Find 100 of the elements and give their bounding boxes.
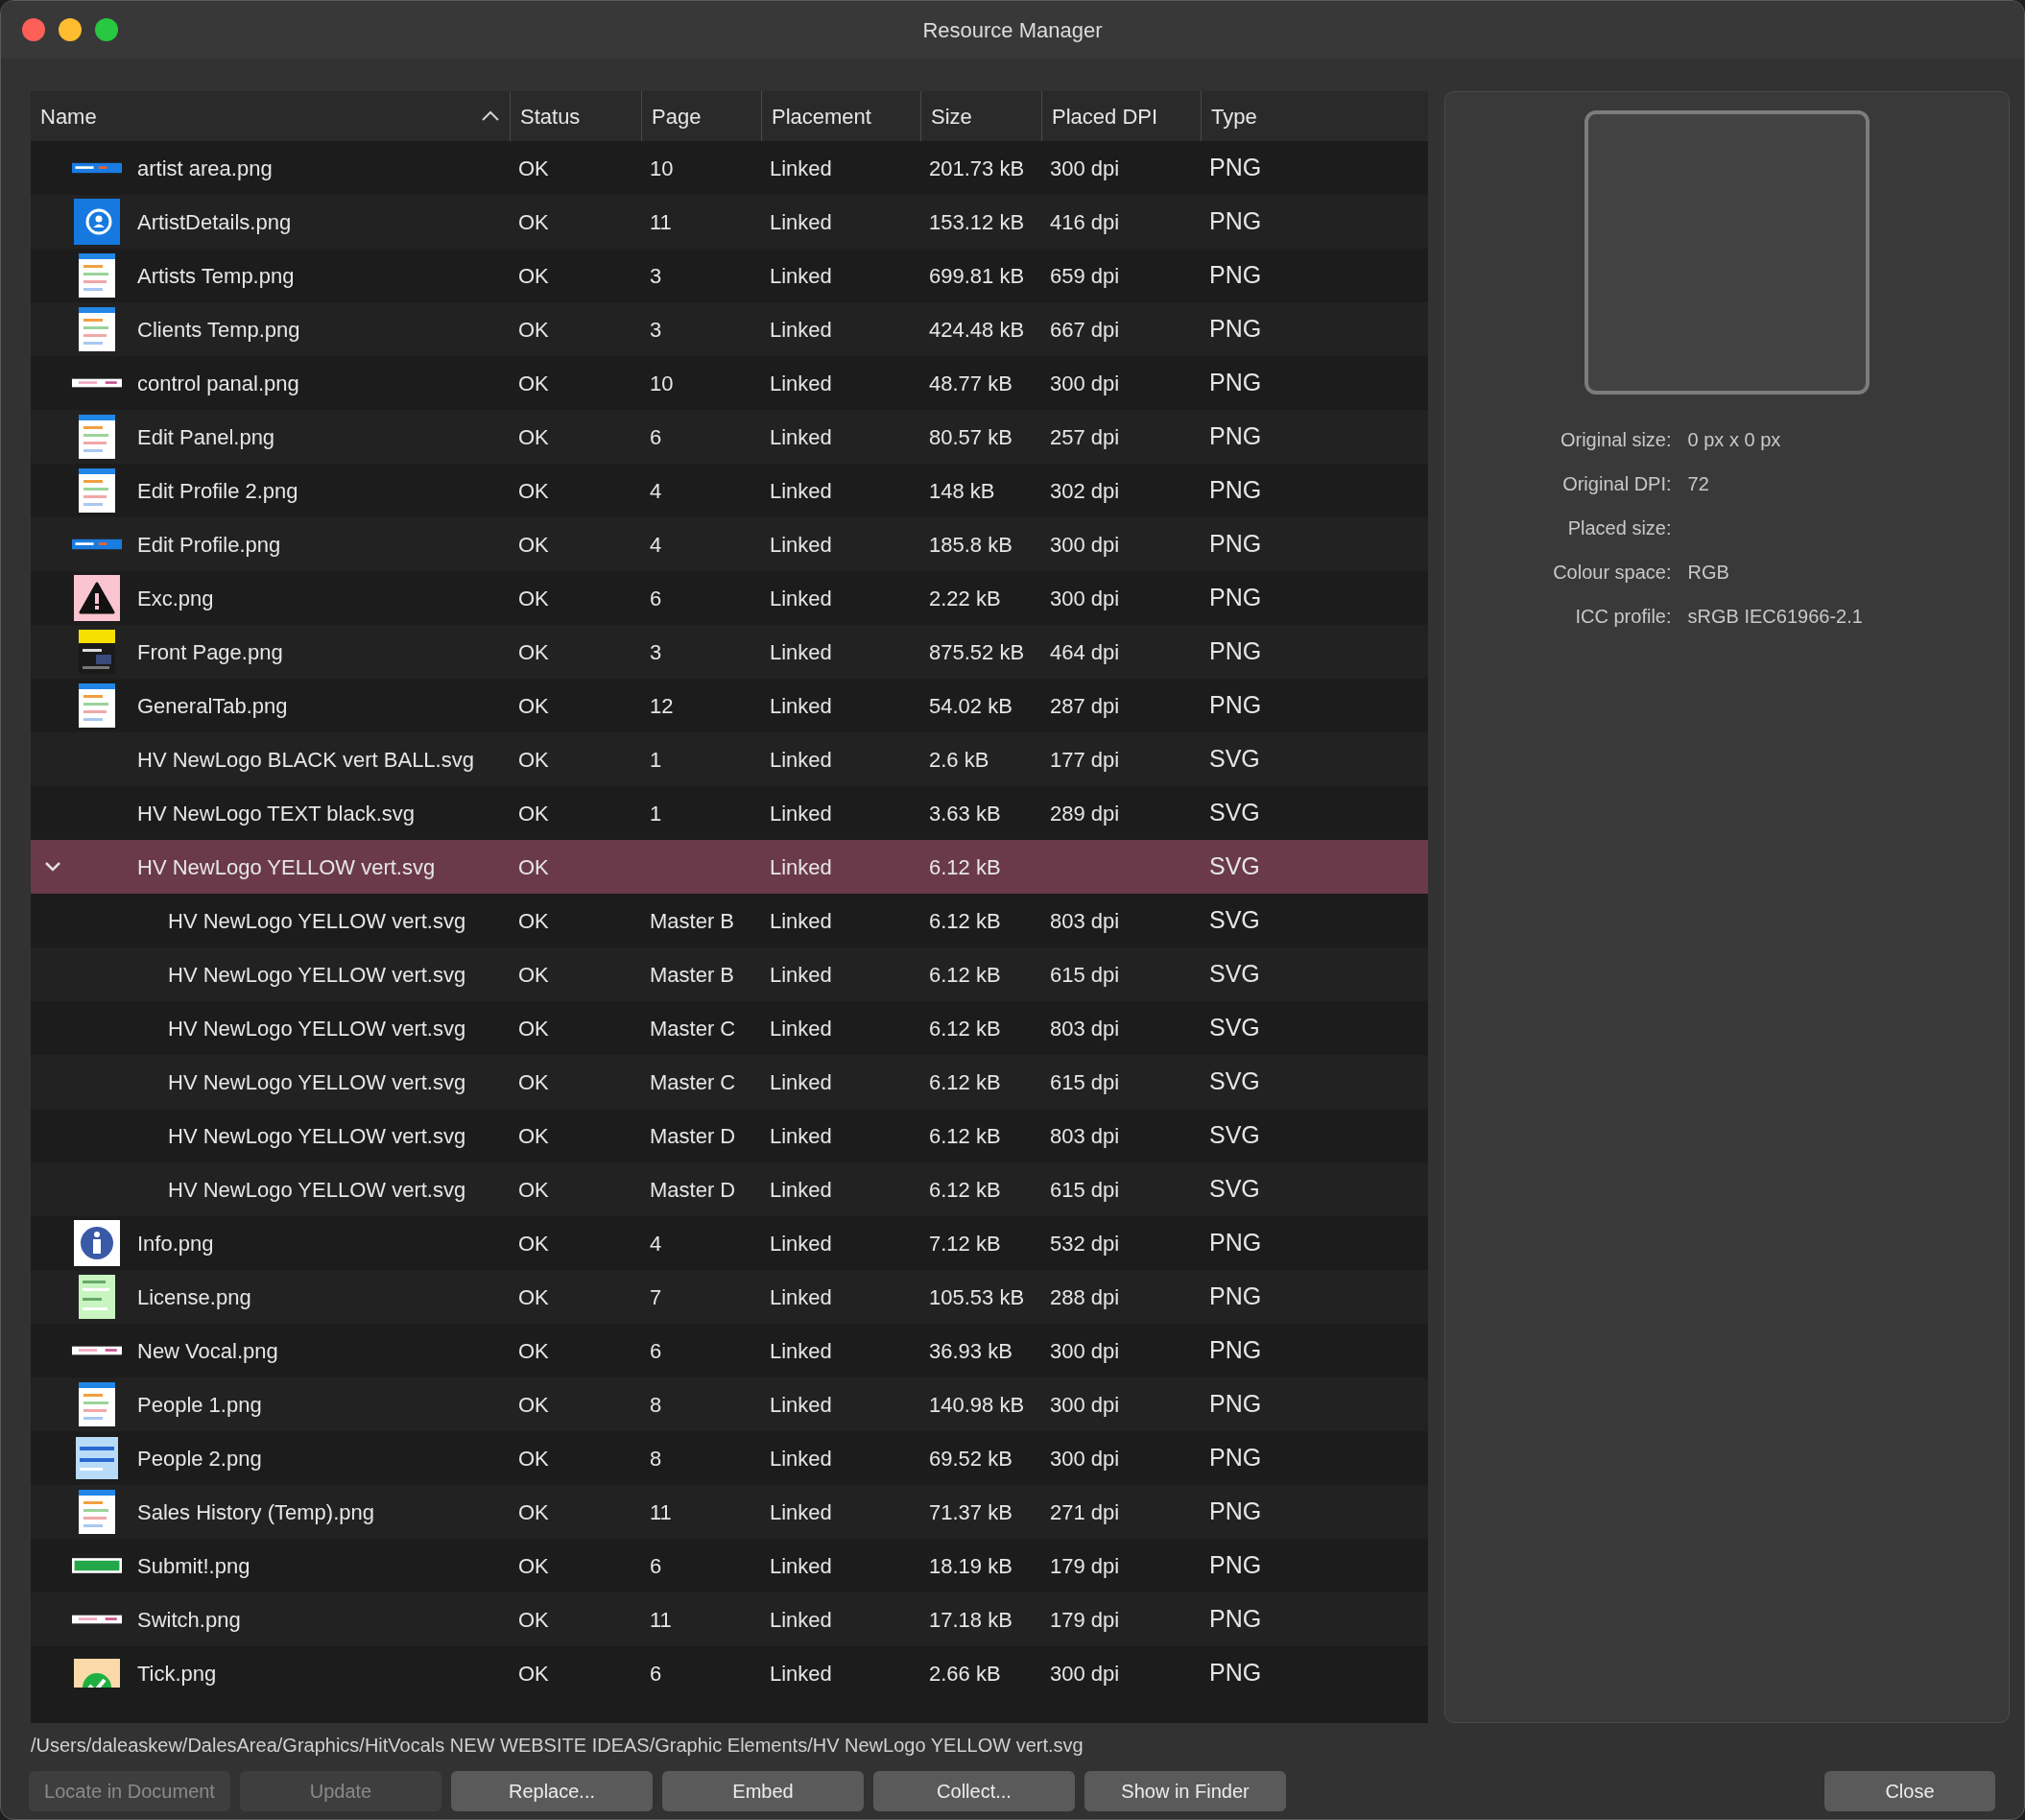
table-row[interactable]: HV NewLogo YELLOW vert.svg OK Master D Linked 6.12 kB 615 dpi SVG <box>31 1162 1428 1216</box>
table-row[interactable]: HV NewLogo YELLOW vert.svg OK Master B Linked 6.12 kB 615 dpi SVG <box>31 947 1428 1001</box>
size-text: 6.12 kB <box>929 1123 1001 1148</box>
table-row[interactable]: License.png OK 7 Linked 105.53 kB 288 dpi PNG <box>31 1270 1428 1324</box>
type-text: SVG <box>1209 799 1260 826</box>
dpi-text: 464 dpi <box>1050 639 1120 664</box>
file-name: Edit Profile 2.png <box>137 477 298 505</box>
dpi-text: 300 dpi <box>1050 532 1120 557</box>
table-row[interactable]: Info.png OK 4 Linked 7.12 kB 532 dpi PNG <box>31 1216 1428 1270</box>
table-row[interactable]: Edit Profile.png OK 4 Linked 185.8 kB 300 dpi PNG <box>31 517 1428 571</box>
table-row[interactable]: control panal.png OK 10 Linked 48.77 kB 300 dpi PNG <box>31 356 1428 410</box>
column-header[interactable]: Placement <box>762 91 921 141</box>
size-text: 185.8 kB <box>929 532 1012 557</box>
placement-text: Linked <box>770 801 832 826</box>
column-header[interactable]: Size <box>921 91 1042 141</box>
table-row[interactable]: Tick.png OK 6 Linked 2.66 kB 300 dpi PNG <box>31 1646 1428 1700</box>
table-row[interactable]: GeneralTab.png OK 12 Linked 54.02 kB 287 dpi PNG <box>31 679 1428 732</box>
size-text: 48.77 kB <box>929 371 1012 395</box>
file-name: HV NewLogo YELLOW vert.svg <box>168 1015 466 1042</box>
file-name: HV NewLogo YELLOW vert.svg <box>168 961 466 989</box>
thumbnail-icon <box>79 415 115 459</box>
table-row[interactable]: HV NewLogo YELLOW vert.svg OK Master D Linked 6.12 kB 803 dpi SVG <box>31 1109 1428 1162</box>
close-button[interactable]: Close <box>1824 1771 1995 1811</box>
file-name: Clients Temp.png <box>137 316 300 344</box>
thumbnail-icon <box>79 1490 115 1534</box>
placement-text: Linked <box>770 478 832 503</box>
file-name: HV NewLogo YELLOW vert.svg <box>168 1068 466 1096</box>
table-row[interactable]: HV NewLogo YELLOW vert.svg OK Master C Linked 6.12 kB 803 dpi SVG <box>31 1001 1428 1055</box>
placement-text: Linked <box>770 1123 832 1148</box>
size-text: 36.93 kB <box>929 1338 1012 1363</box>
table-row[interactable]: People 1.png OK 8 Linked 140.98 kB 300 dpi PNG <box>31 1377 1428 1431</box>
page-text: 3 <box>650 317 662 342</box>
file-name: Edit Profile.png <box>137 531 281 559</box>
table-row[interactable]: ArtistDetails.png OK 11 Linked 153.12 kB 416 dpi PNG <box>31 195 1428 249</box>
column-header[interactable]: Type <box>1202 91 1428 141</box>
thumbnail-icon <box>79 630 115 674</box>
column-header[interactable]: Name <box>31 91 511 141</box>
size-text: 424.48 kB <box>929 317 1025 342</box>
placement-text: Linked <box>770 1016 832 1041</box>
table-row[interactable]: Switch.png OK 11 Linked 17.18 kB 179 dpi PNG <box>31 1592 1428 1646</box>
column-header[interactable]: Placed DPI <box>1042 91 1202 141</box>
thumbnail-icon <box>72 162 122 174</box>
dpi-text: 300 dpi <box>1050 371 1120 395</box>
dpi-text: 289 dpi <box>1050 801 1120 826</box>
page-text: 11 <box>650 209 672 234</box>
file-name: HV NewLogo BLACK vert BALL.svg <box>137 746 474 774</box>
size-text: 18.19 kB <box>929 1553 1012 1578</box>
table-row[interactable]: HV NewLogo YELLOW vert.svg OK Master B Linked 6.12 kB 803 dpi SVG <box>31 894 1428 947</box>
type-text: SVG <box>1209 1121 1260 1149</box>
action-button[interactable]: Collect... <box>873 1771 1075 1811</box>
close-window-button[interactable] <box>22 18 45 41</box>
table-row[interactable]: HV NewLogo YELLOW vert.svg OK Master C Linked 6.12 kB 615 dpi SVG <box>31 1055 1428 1109</box>
size-text: 6.12 kB <box>929 854 1001 879</box>
table-row[interactable]: HV NewLogo TEXT black.svg OK 1 Linked 3.63 kB 289 dpi SVG <box>31 786 1428 840</box>
page-text: 7 <box>650 1284 662 1309</box>
action-button[interactable]: Embed <box>662 1771 864 1811</box>
dpi-text: 300 dpi <box>1050 586 1120 611</box>
thumbnail-icon <box>79 307 115 351</box>
type-text: PNG <box>1209 207 1262 235</box>
page-text: Master C <box>650 1069 736 1094</box>
action-button[interactable]: Replace... <box>451 1771 653 1811</box>
table-row[interactable]: Submit!.png OK 6 Linked 18.19 kB 179 dpi PNG <box>31 1539 1428 1592</box>
page-text: 3 <box>650 639 662 664</box>
size-text: 153.12 kB <box>929 209 1025 234</box>
zoom-window-button[interactable] <box>95 18 118 41</box>
column-header[interactable]: Status <box>511 91 642 141</box>
table-row[interactable]: People 2.png OK 8 Linked 69.52 kB 300 dpi PNG <box>31 1431 1428 1485</box>
action-button[interactable]: Show in Finder <box>1084 1771 1286 1811</box>
info-icon <box>74 1220 120 1266</box>
table-row[interactable]: artist area.png OK 10 Linked 201.73 kB 300 dpi PNG <box>31 141 1428 195</box>
minimize-window-button[interactable] <box>59 18 82 41</box>
user-icon <box>74 199 120 245</box>
file-name: Submit!.png <box>137 1552 250 1580</box>
table-row[interactable]: Clients Temp.png OK 3 Linked 424.48 kB 667 dpi PNG <box>31 302 1428 356</box>
placement-text: Linked <box>770 424 832 449</box>
table-row[interactable]: Exc.png OK 6 Linked 2.22 kB 300 dpi PNG <box>31 571 1428 625</box>
detail-label: Original DPI: <box>1562 473 1672 494</box>
column-header[interactable]: Page <box>642 91 762 141</box>
placement-text: Linked <box>770 962 832 987</box>
size-text: 105.53 kB <box>929 1284 1025 1309</box>
placement-text: Linked <box>770 1392 832 1417</box>
table-row[interactable]: Sales History (Temp).png OK 11 Linked 71.37 kB 271 dpi PNG <box>31 1485 1428 1539</box>
placement-text: Linked <box>770 1499 832 1524</box>
placement-text: Linked <box>770 693 832 718</box>
table-row[interactable]: HV NewLogo YELLOW vert.svg OK Linked 6.12 kB SVG <box>31 840 1428 894</box>
table-row[interactable]: Front Page.png OK 3 Linked 875.52 kB 464 dpi PNG <box>31 625 1428 679</box>
table-row[interactable]: Edit Panel.png OK 6 Linked 80.57 kB 257 dpi PNG <box>31 410 1428 464</box>
table-row[interactable]: Edit Profile 2.png OK 4 Linked 148 kB 302 dpi PNG <box>31 464 1428 517</box>
detail-value: sRGB IEC61966-2.1 <box>1687 606 1863 627</box>
detail-value: 72 <box>1687 473 1709 494</box>
page-text: 1 <box>650 747 662 772</box>
table-row[interactable]: HV NewLogo BLACK vert BALL.svg OK 1 Linked 2.6 kB 177 dpi SVG <box>31 732 1428 786</box>
action-button: Update <box>240 1771 441 1811</box>
placement-text: Linked <box>770 1177 832 1202</box>
type-text: PNG <box>1209 1444 1262 1472</box>
size-text: 148 kB <box>929 478 995 503</box>
table-row[interactable]: New Vocal.png OK 6 Linked 36.93 kB 300 dpi PNG <box>31 1324 1428 1377</box>
status-text: OK <box>518 263 549 288</box>
table-row[interactable]: Artists Temp.png OK 3 Linked 699.81 kB 659 dpi PNG <box>31 249 1428 302</box>
page-text: 6 <box>650 424 662 449</box>
